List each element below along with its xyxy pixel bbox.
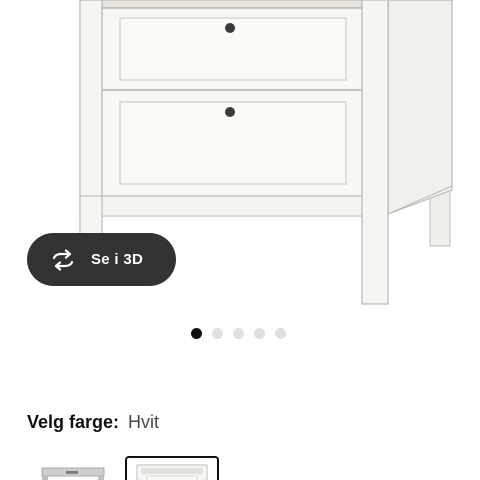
view-3d-button[interactable]: Se i 3D <box>27 233 176 286</box>
swatch-thumbnail-white <box>136 464 208 480</box>
view-3d-label: Se i 3D <box>91 251 144 268</box>
color-label: Velg farge: <box>27 412 120 432</box>
color-swatch-grey[interactable] <box>28 456 116 480</box>
carousel-indicator <box>191 328 286 340</box>
color-swatch-white-selected[interactable] <box>125 456 219 480</box>
carousel-dot-5[interactable] <box>275 328 286 339</box>
swatch-thumbnail-grey <box>41 467 105 480</box>
carousel-dot-1[interactable] <box>191 328 202 339</box>
carousel-dot-4[interactable] <box>254 328 265 339</box>
carousel-dot-2[interactable] <box>212 328 223 339</box>
color-selection-heading: Velg farge: Hvit <box>27 412 159 433</box>
rotate-3d-icon <box>49 248 77 271</box>
selected-color-value: Hvit <box>128 412 160 432</box>
carousel-dot-3[interactable] <box>233 328 244 339</box>
